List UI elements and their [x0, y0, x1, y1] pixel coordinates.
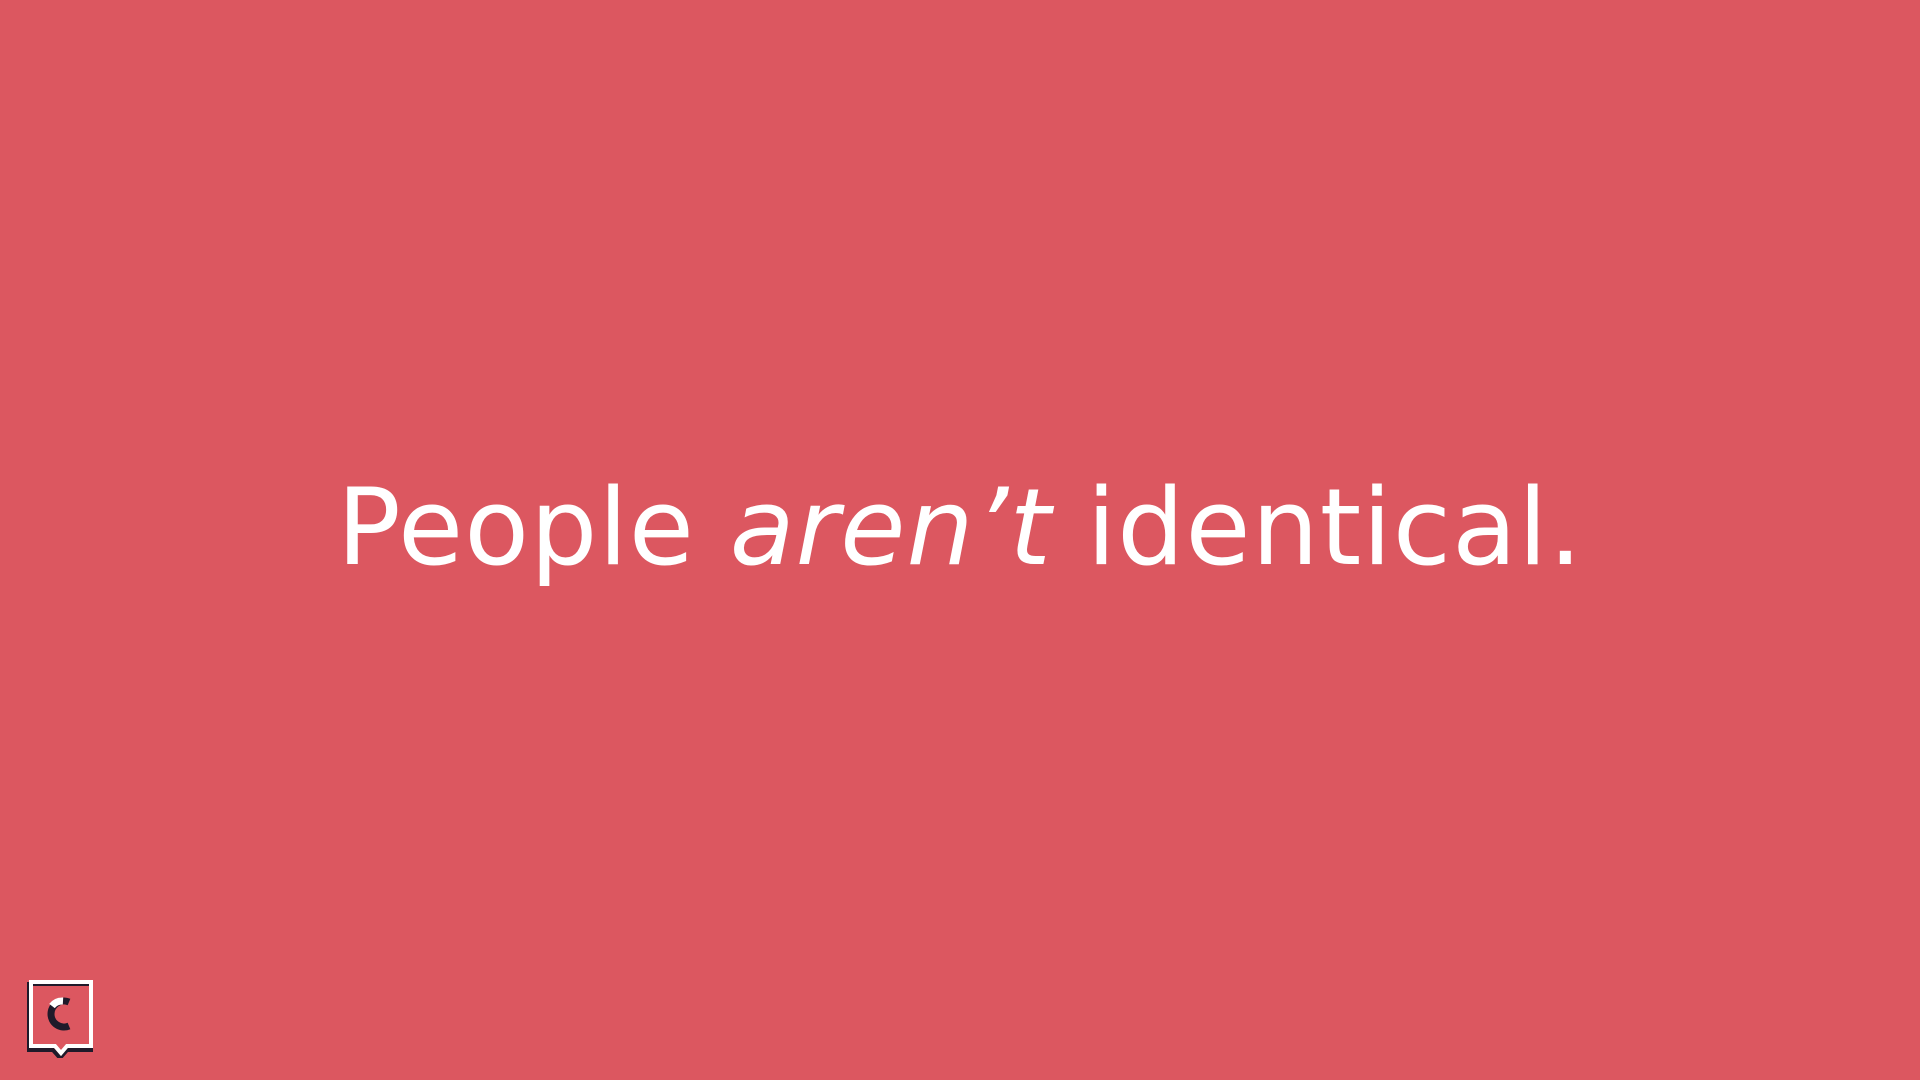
slide: People aren’t identical.	[0, 0, 1920, 1080]
headline-text-end: identical.	[1051, 466, 1584, 589]
speech-bubble-c-logo-icon	[27, 980, 93, 1058]
headline-text-start: People	[336, 466, 730, 589]
headline-emphasis: aren’t	[729, 466, 1052, 589]
headline: People aren’t identical.	[0, 468, 1920, 588]
